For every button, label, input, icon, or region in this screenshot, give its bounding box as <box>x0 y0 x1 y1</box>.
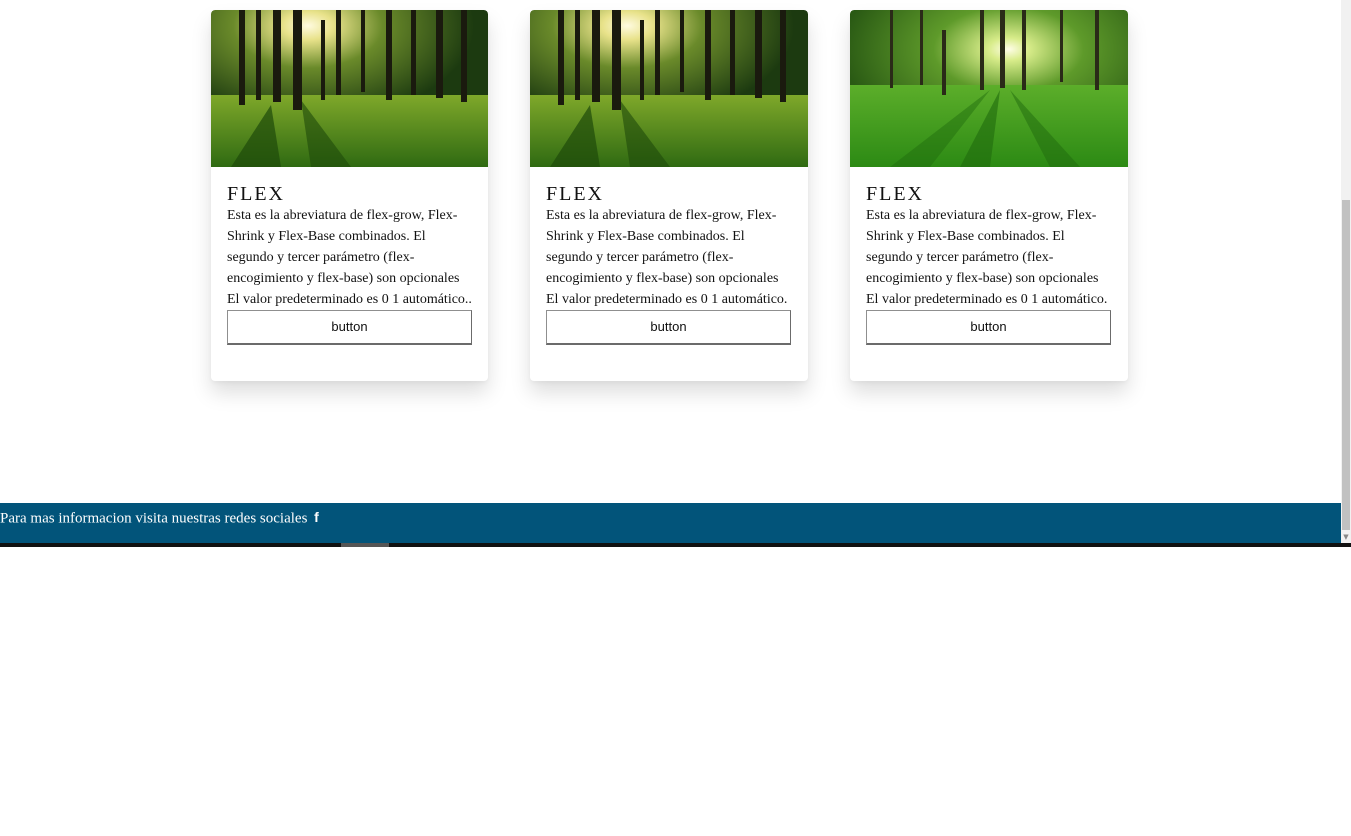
card-title: FLEX <box>866 183 924 205</box>
scrollbar-thumb[interactable] <box>1342 200 1350 530</box>
card-description: Esta es la abreviatura de flex-grow, Fle… <box>227 208 472 307</box>
footer-text: Para mas informacion visita nuestras red… <box>0 510 308 527</box>
green-park-image <box>850 10 1128 167</box>
scroll-down-arrow-icon[interactable]: ▼ <box>1342 532 1350 542</box>
card-body: FLEX Esta es la abreviatura de flex-grow… <box>211 167 488 345</box>
facebook-icon[interactable]: f <box>314 503 319 531</box>
card-button[interactable]: button <box>866 310 1111 345</box>
card-button[interactable]: button <box>227 310 472 345</box>
forest-sunlight-image <box>530 10 808 167</box>
cards-container: FLEX Esta es la abreviatura de flex-grow… <box>211 10 1128 381</box>
vertical-scrollbar[interactable]: ▼ <box>1341 0 1351 543</box>
horizontal-scrollbar[interactable] <box>0 543 1351 547</box>
forest-sunlight-image <box>211 10 488 167</box>
card-description: Esta es la abreviatura de flex-grow, Fle… <box>546 208 788 307</box>
card-description: Esta es la abreviatura de flex-grow, Fle… <box>866 208 1108 307</box>
card-title: FLEX <box>227 183 285 205</box>
card-body: FLEX Esta es la abreviatura de flex-grow… <box>850 167 1128 345</box>
card: FLEX Esta es la abreviatura de flex-grow… <box>211 10 488 381</box>
footer: Para mas informacion visita nuestras red… <box>0 503 1341 543</box>
card: FLEX Esta es la abreviatura de flex-grow… <box>850 10 1128 381</box>
card-body: FLEX Esta es la abreviatura de flex-grow… <box>530 167 808 345</box>
card-title: FLEX <box>546 183 604 205</box>
card-button[interactable]: button <box>546 310 791 345</box>
horizontal-scrollbar-thumb[interactable] <box>341 543 389 547</box>
page-viewport: FLEX Esta es la abreviatura de flex-grow… <box>0 0 1341 544</box>
card: FLEX Esta es la abreviatura de flex-grow… <box>530 10 808 381</box>
